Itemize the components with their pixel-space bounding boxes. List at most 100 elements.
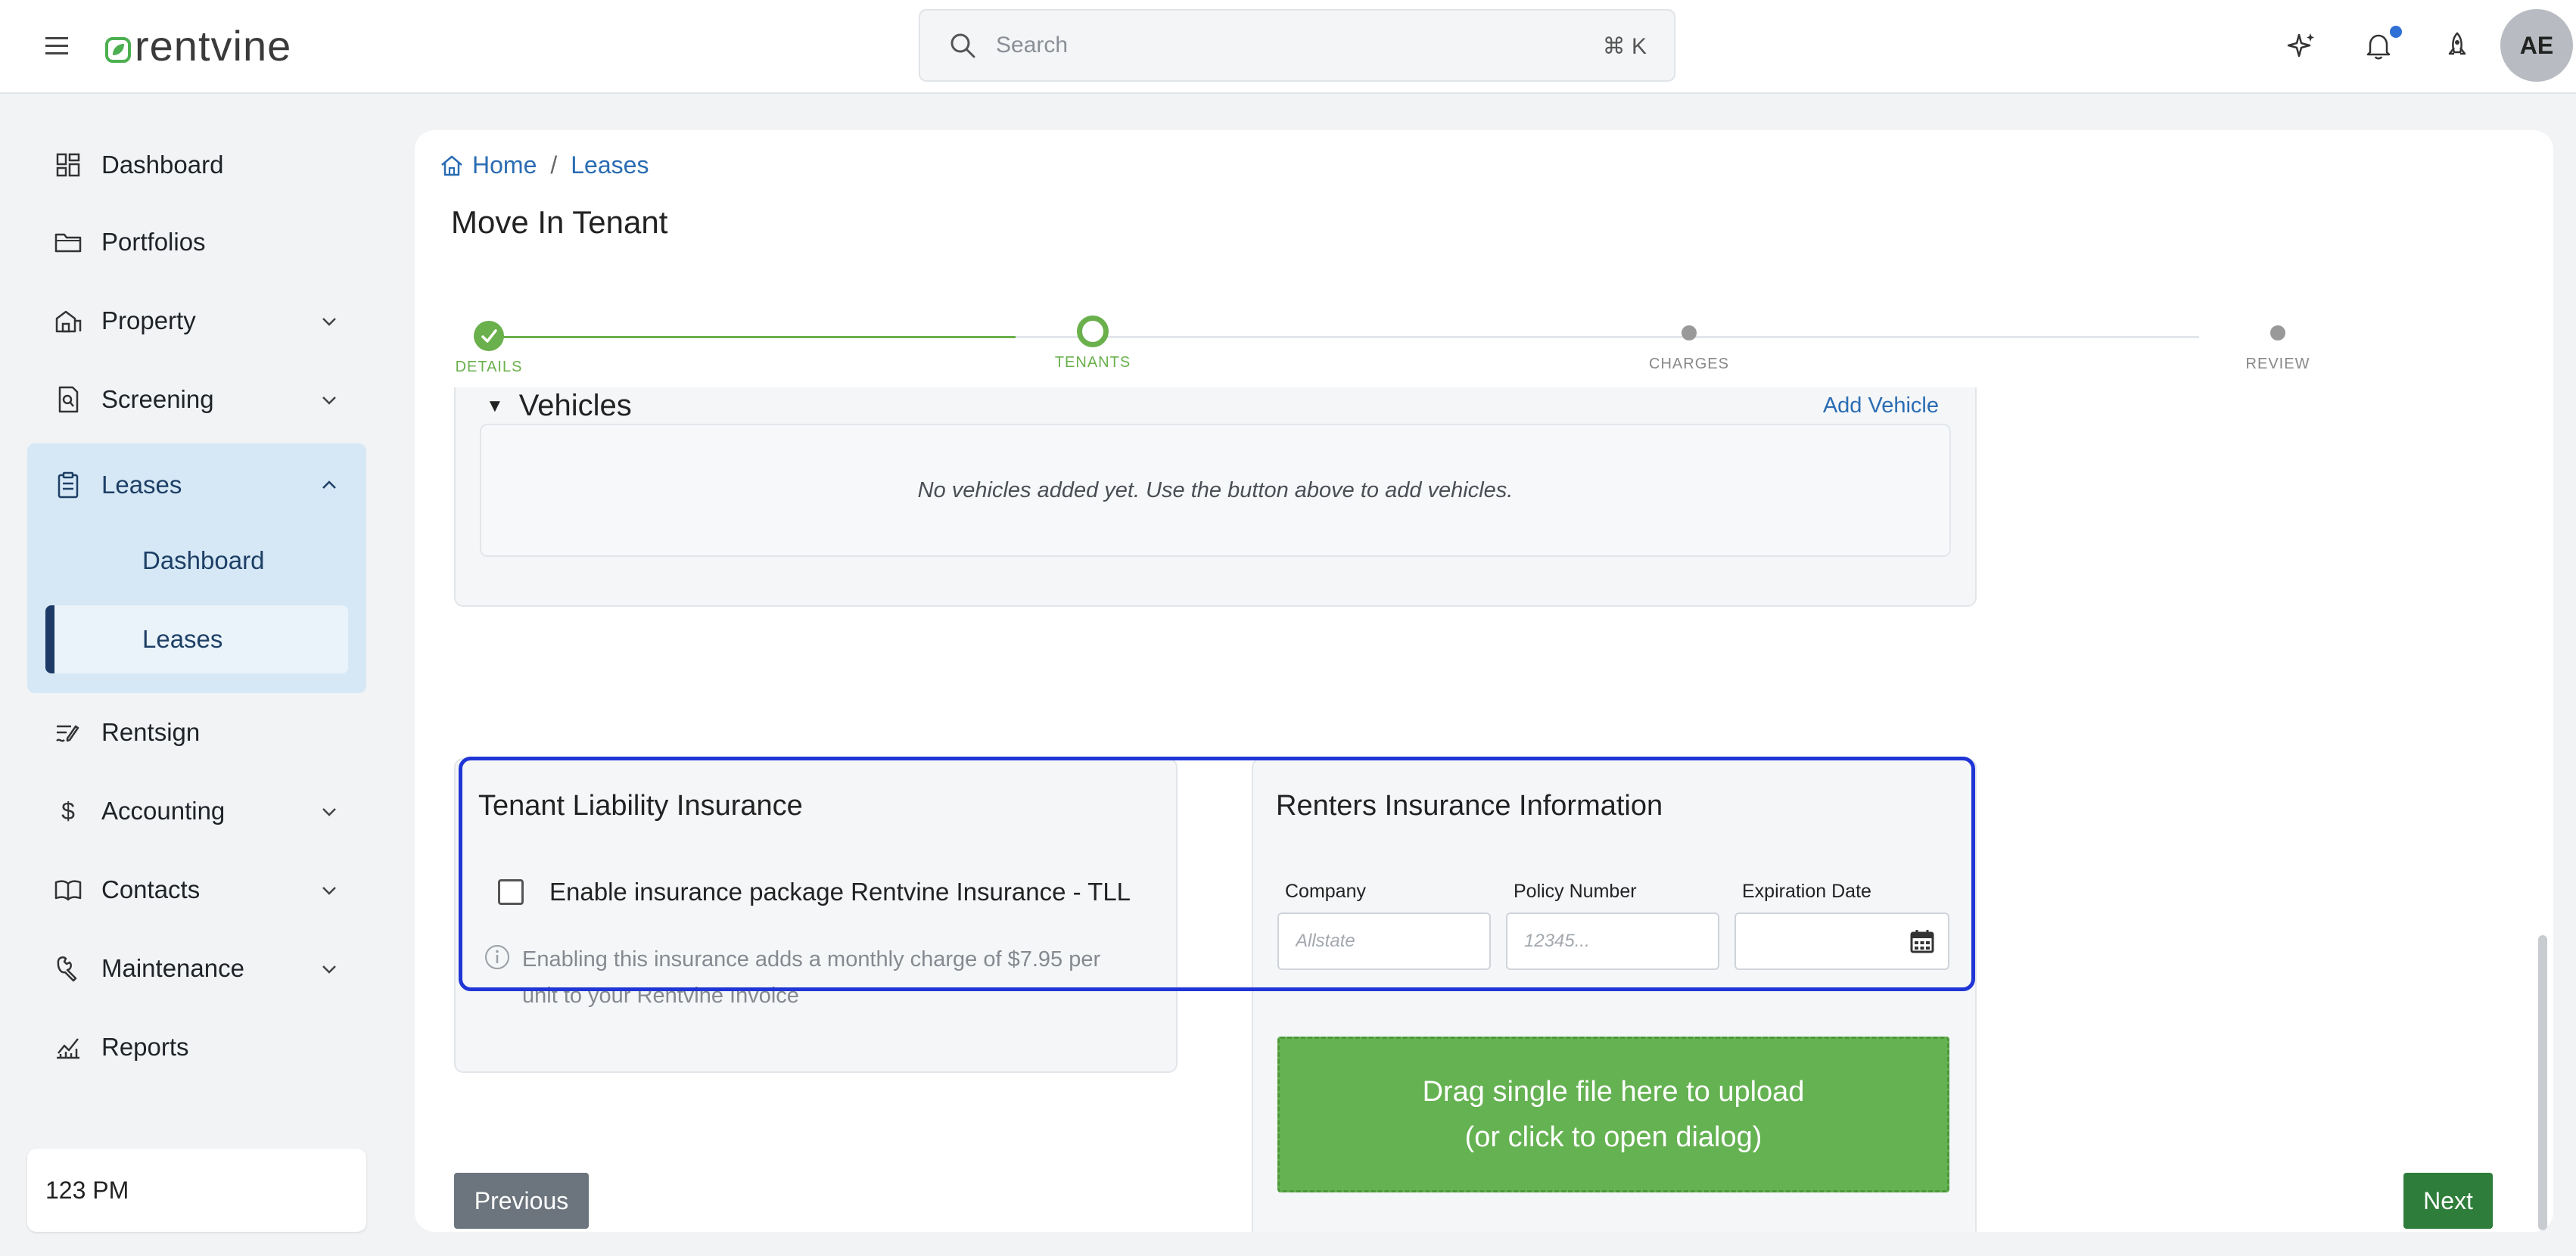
- sidebar-item-label: Screening: [101, 385, 214, 413]
- stepper-line-complete: [489, 336, 1016, 338]
- book-icon: [54, 880, 82, 901]
- sidebar-item-leases[interactable]: Leases: [27, 443, 366, 527]
- ai-sparkle-icon[interactable]: [2282, 27, 2320, 65]
- brand-name: rentvine: [135, 22, 292, 70]
- hamburger-menu-icon[interactable]: [39, 30, 74, 61]
- sidebar-item-property[interactable]: Property: [27, 291, 366, 351]
- renters-insurance-title: Renters Insurance Information: [1276, 790, 1663, 822]
- renters-insurance-panel: Renters Insurance Information Company Po…: [1252, 758, 1977, 1232]
- building-icon: [55, 310, 82, 333]
- step-charges-dot[interactable]: [1682, 325, 1697, 340]
- sidebar-item-maintenance[interactable]: Maintenance: [27, 938, 366, 999]
- enable-insurance-option[interactable]: Enable insurance package Rentvine Insura…: [498, 878, 1131, 906]
- page-scrollbar-thumb[interactable]: [2538, 935, 2547, 1230]
- policy-number-input[interactable]: [1506, 912, 1719, 970]
- vehicles-section: ▼ Vehicles Add Vehicle No vehicles added…: [454, 387, 1977, 607]
- dropzone-line1: Drag single file here to upload: [1422, 1076, 1805, 1108]
- sidebar-item-label: Property: [101, 306, 196, 334]
- sidebar-item-label: Reports: [101, 1033, 189, 1061]
- sidebar-item-contacts[interactable]: Contacts: [27, 860, 366, 920]
- sidebar-subitem-label: Dashboard: [142, 546, 265, 574]
- step-tenants-current-indicator[interactable]: [1077, 316, 1109, 347]
- caret-down-icon: ▼: [486, 395, 504, 416]
- add-vehicle-link[interactable]: Add Vehicle: [1823, 393, 1939, 418]
- rentsign-icon: [56, 725, 79, 742]
- expiration-date-label: Expiration Date: [1742, 881, 1871, 902]
- svg-text:$: $: [61, 797, 75, 825]
- breadcrumb-separator: /: [550, 151, 558, 179]
- company-input[interactable]: [1277, 912, 1491, 970]
- chevron-down-icon: [322, 965, 336, 974]
- sidebar-item-label: Portfolios: [101, 228, 206, 256]
- next-button[interactable]: Next: [2403, 1173, 2493, 1229]
- previous-button[interactable]: Previous: [454, 1173, 589, 1229]
- vehicles-empty-state: No vehicles added yet. Use the button ab…: [480, 424, 1951, 557]
- breadcrumb: Home / Leases: [439, 151, 649, 179]
- insurance-info-line1: Enabling this insurance adds a monthly c…: [522, 947, 1101, 972]
- policy-number-label: Policy Number: [1514, 881, 1637, 902]
- sidebar-item-label: Accounting: [101, 797, 226, 825]
- chevron-up-icon: [322, 480, 336, 489]
- sidebar-item-rentsign[interactable]: Rentsign: [27, 702, 366, 763]
- calendar-icon[interactable]: [1909, 928, 1936, 955]
- sidebar-item-label: Leases: [101, 471, 182, 499]
- sidebar-item-screening[interactable]: Screening: [27, 369, 366, 430]
- company-label: Company: [1285, 881, 1366, 902]
- step-label-tenants: TENANTS: [1054, 354, 1131, 371]
- sidebar-item-reports[interactable]: Reports: [27, 1017, 366, 1077]
- sidebar-item-accounting[interactable]: $ Accounting: [27, 781, 366, 841]
- global-search[interactable]: ⌘ K: [919, 9, 1675, 82]
- dashboard-icon: [56, 153, 80, 177]
- sidebar-group-leases: Leases Dashboard Leases: [27, 443, 366, 693]
- notification-badge: [2390, 26, 2402, 38]
- step-details-check-icon[interactable]: [474, 321, 504, 351]
- enable-insurance-label: Enable insurance package Rentvine Insura…: [549, 878, 1131, 906]
- time-display: 123 PM: [27, 1149, 366, 1232]
- insurance-info-text: Enabling this insurance adds a monthly c…: [522, 941, 1100, 1014]
- vehicles-title: Vehicles: [518, 389, 632, 422]
- chevron-down-icon: [322, 887, 336, 895]
- step-label-details: DETAILS: [455, 359, 523, 375]
- clipboard-icon: [58, 471, 79, 499]
- sidebar-item-label: Rentsign: [101, 718, 201, 746]
- dropzone-line2: (or click to open dialog): [1464, 1121, 1762, 1153]
- info-circle-icon: [485, 945, 509, 969]
- sidebar-item-label: Contacts: [101, 875, 201, 903]
- sidebar-subitem-leases-dashboard[interactable]: Dashboard: [45, 527, 348, 595]
- insurance-info-note: Enabling this insurance adds a monthly c…: [483, 941, 1149, 1014]
- sidebar-item-portfolios[interactable]: Portfolios: [27, 212, 366, 272]
- search-icon: [950, 33, 975, 58]
- chart-icon: [57, 1038, 79, 1059]
- chevron-down-icon: [322, 396, 336, 405]
- step-review-dot[interactable]: [2270, 325, 2285, 340]
- chevron-down-icon: [322, 808, 336, 816]
- vehicles-toggle[interactable]: ▼ Vehicles: [486, 389, 632, 423]
- chevron-down-icon: [322, 318, 336, 326]
- enable-insurance-checkbox[interactable]: [498, 879, 524, 905]
- user-avatar[interactable]: AE: [2500, 9, 2573, 82]
- search-input[interactable]: [996, 33, 1571, 58]
- brand-logo[interactable]: rentvine: [104, 21, 291, 70]
- tenant-liability-title: Tenant Liability Insurance: [478, 790, 803, 822]
- insurance-info-line2: unit to your Rentvine Invoice: [522, 984, 799, 1008]
- home-icon[interactable]: [439, 153, 465, 179]
- step-label-review: REVIEW: [2245, 356, 2310, 372]
- sidebar-subitem-leases[interactable]: Leases: [45, 605, 348, 673]
- leaf-logo-icon: [105, 36, 131, 63]
- screening-icon: [58, 386, 79, 413]
- dollar-icon: $: [61, 797, 75, 825]
- breadcrumb-home-link[interactable]: Home: [472, 151, 537, 179]
- rocket-icon[interactable]: [2438, 27, 2476, 65]
- sidebar-item-dashboard[interactable]: Dashboard: [27, 135, 366, 195]
- sidebar-subitem-label: Leases: [142, 625, 223, 653]
- stepper-line-pending: [1016, 336, 2199, 338]
- progress-stepper: DETAILS TENANTS CHARGES REVIEW: [415, 297, 2553, 387]
- folder-icon: [54, 233, 82, 253]
- sidebar-item-label: Maintenance: [101, 954, 244, 982]
- tenant-liability-panel: Tenant Liability Insurance Enable insura…: [454, 758, 1178, 1073]
- main-card: Home / Leases Move In Tenant DETAILS TEN…: [415, 130, 2553, 1232]
- scroll-content: ▼ Vehicles Add Vehicle No vehicles added…: [415, 387, 2553, 1232]
- sidebar-item-label: Dashboard: [101, 151, 224, 179]
- breadcrumb-leases-link[interactable]: Leases: [571, 151, 649, 179]
- file-upload-dropzone[interactable]: Drag single file here to upload (or clic…: [1277, 1037, 1949, 1192]
